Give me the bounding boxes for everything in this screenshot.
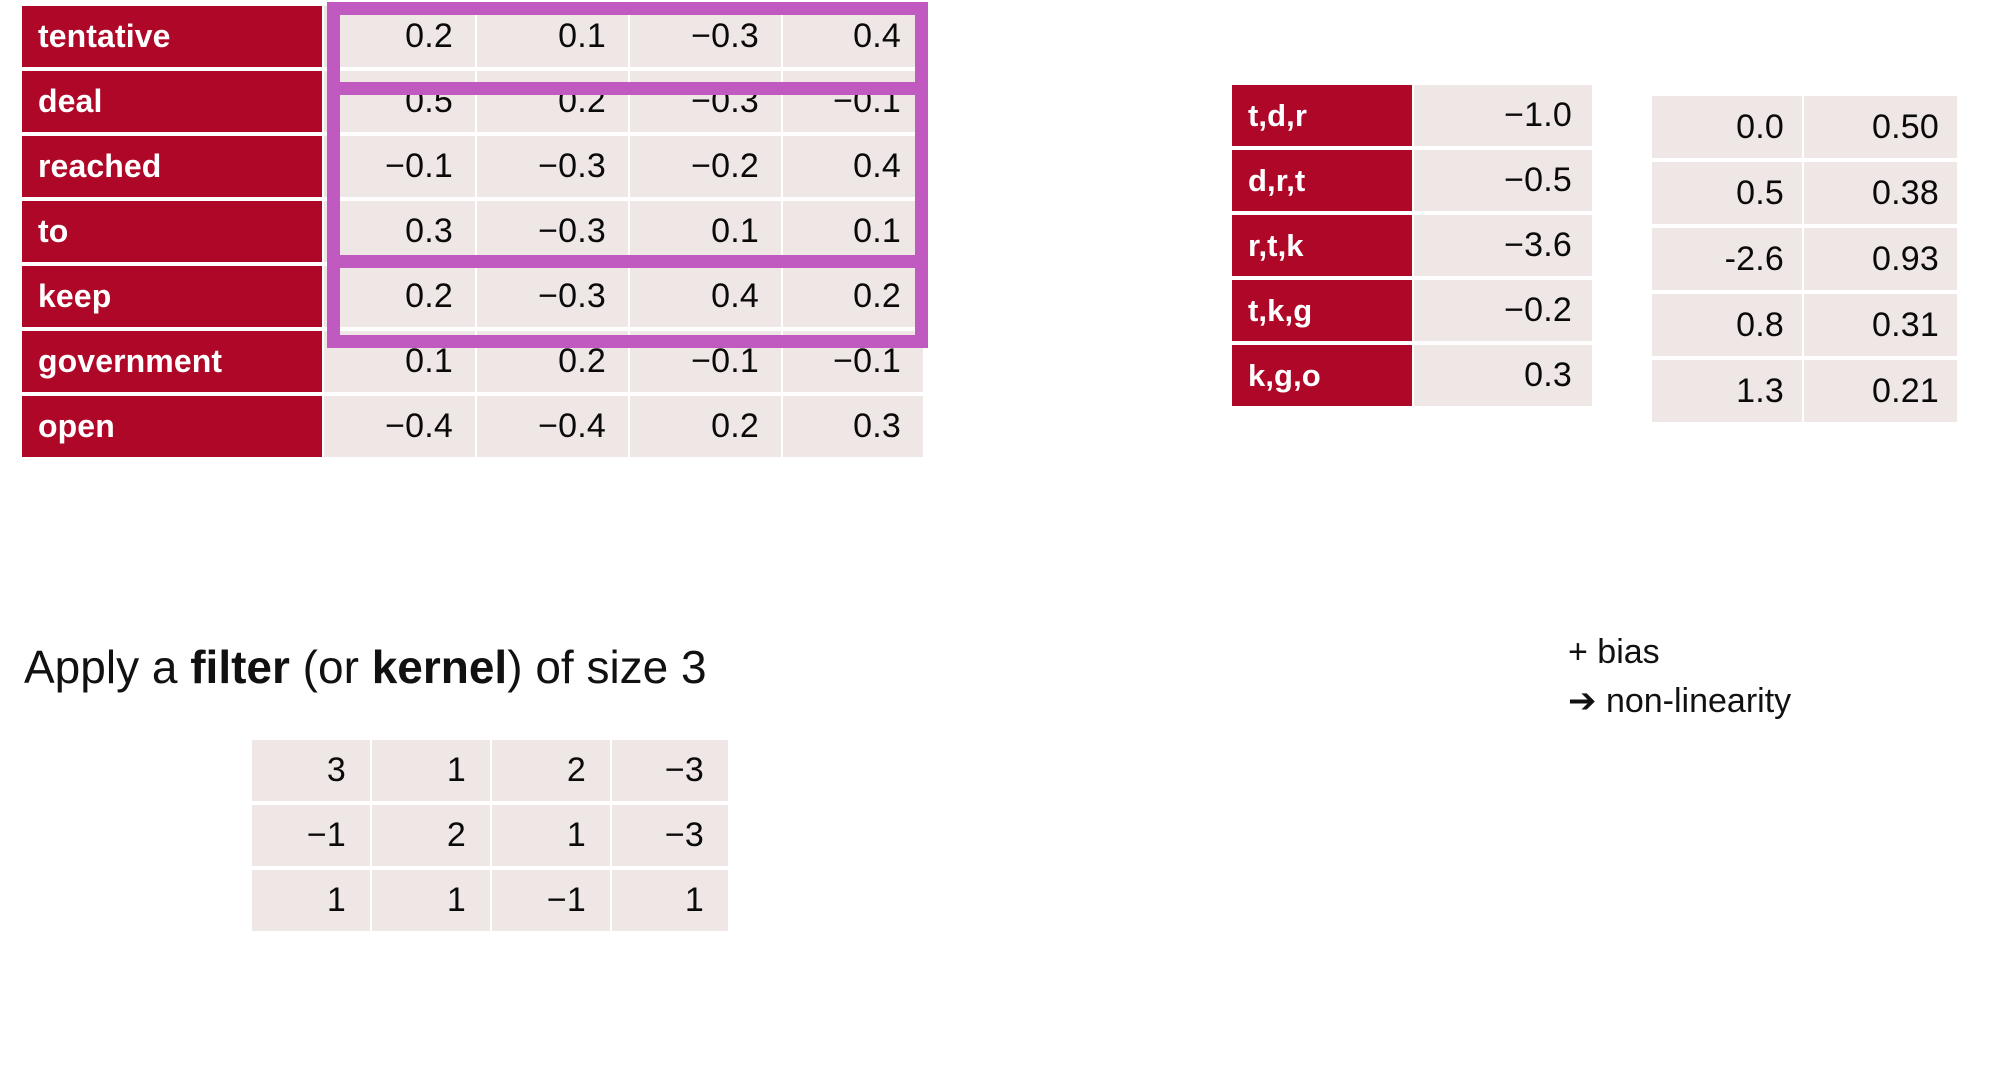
- embedding-cell-r1-c1: 0.2: [477, 71, 628, 132]
- embedding-cell-r6-c2: 0.2: [630, 396, 781, 457]
- caption-bold-kernel: kernel: [371, 641, 508, 693]
- embedding-cell-r0-c0: 0.2: [324, 6, 475, 67]
- embedding-cell-r5-c2: −0.1: [630, 331, 781, 392]
- caption-suffix: ) of size 3: [507, 641, 707, 693]
- embedding-cell-r2-c3: 0.4: [783, 136, 923, 197]
- activation-biased-0: 0.0: [1652, 96, 1802, 158]
- conv-value-0: −1.0: [1414, 85, 1592, 146]
- conv-row-label-4: k,g,o: [1232, 345, 1412, 406]
- embedding-cell-r2-c0: −0.1: [324, 136, 475, 197]
- activation-value-3: 0.31: [1804, 294, 1957, 356]
- bias-nonlinearity-annotation: + bias ➔ non-linearity: [1568, 628, 1791, 727]
- activation-value-0: 0.50: [1804, 96, 1957, 158]
- conv-row-label-1: d,r,t: [1232, 150, 1412, 211]
- annotation-line-nonlinearity: ➔ non-linearity: [1568, 677, 1791, 726]
- conv-value-1: −0.5: [1414, 150, 1592, 211]
- activation-value-1: 0.38: [1804, 162, 1957, 224]
- activation-biased-3: 0.8: [1652, 294, 1802, 356]
- caption-bold-filter: filter: [190, 641, 290, 693]
- embedding-row-label-tentative: tentative: [22, 6, 322, 67]
- embedding-cell-r3-c2: 0.1: [630, 201, 781, 262]
- embedding-cell-r6-c3: 0.3: [783, 396, 923, 457]
- conv-row-label-2: r,t,k: [1232, 215, 1412, 276]
- embedding-cell-r4-c3: 0.2: [783, 266, 923, 327]
- embedding-cell-r5-c3: −0.1: [783, 331, 923, 392]
- activation-value-2: 0.93: [1804, 228, 1957, 290]
- caption-middle: (or: [289, 641, 372, 693]
- embedding-cell-r4-c2: 0.4: [630, 266, 781, 327]
- caption-prefix: Apply a: [24, 641, 191, 693]
- activation-output-table: 0.0 0.50 0.5 0.38 -2.6 0.93 0.8 0.31 1.3 0.21: [1652, 96, 1957, 422]
- caption-apply-filter: Apply a filter (or kernel) of size 3: [24, 640, 707, 694]
- kernel-cell-r0-c0: 3: [252, 740, 370, 801]
- conv-row-label-0: t,d,r: [1232, 85, 1412, 146]
- embedding-cell-r3-c0: 0.3: [324, 201, 475, 262]
- kernel-cell-r0-c2: 2: [492, 740, 610, 801]
- embedding-cell-r2-c2: −0.2: [630, 136, 781, 197]
- embedding-cell-r1-c0: 0.5: [324, 71, 475, 132]
- slide-canvas: tentative 0.2 0.1 −0.3 0.4 deal 0.5 0.2 −0.3 −0.1…: [0, 0, 2016, 1084]
- activation-biased-1: 0.5: [1652, 162, 1802, 224]
- kernel-cell-r2-c0: 1: [252, 870, 370, 931]
- annotation-line-bias: + bias: [1568, 633, 1660, 671]
- kernel-cell-r0-c1: 1: [372, 740, 490, 801]
- embedding-cell-r1-c3: −0.1: [783, 71, 923, 132]
- embedding-cell-r4-c1: −0.3: [477, 266, 628, 327]
- embedding-row-label-to: to: [22, 201, 322, 262]
- embedding-cell-r3-c1: −0.3: [477, 201, 628, 262]
- conv-row-label-3: t,k,g: [1232, 280, 1412, 341]
- embedding-cell-r3-c3: 0.1: [783, 201, 923, 262]
- kernel-cell-r0-c3: −3: [612, 740, 728, 801]
- embedding-cell-r2-c1: −0.3: [477, 136, 628, 197]
- activation-value-4: 0.21: [1804, 360, 1957, 422]
- embedding-cell-r5-c0: 0.1: [324, 331, 475, 392]
- embedding-cell-r6-c1: −0.4: [477, 396, 628, 457]
- embedding-cell-r0-c2: −0.3: [630, 6, 781, 67]
- embedding-cell-r1-c2: −0.3: [630, 71, 781, 132]
- embedding-row-label-deal: deal: [22, 71, 322, 132]
- word-embedding-matrix: tentative 0.2 0.1 −0.3 0.4 deal 0.5 0.2 −0.3 −0.1…: [22, 6, 923, 457]
- embedding-cell-r0-c3: 0.4: [783, 6, 923, 67]
- kernel-cell-r2-c3: 1: [612, 870, 728, 931]
- embedding-cell-r6-c0: −0.4: [324, 396, 475, 457]
- embedding-row-label-open: open: [22, 396, 322, 457]
- activation-biased-2: -2.6: [1652, 228, 1802, 290]
- embedding-row-label-keep: keep: [22, 266, 322, 327]
- annotation-nonlinearity-label: non-linearity: [1605, 682, 1792, 721]
- embedding-row-label-reached: reached: [22, 136, 322, 197]
- right-arrow-icon: ➔: [1568, 681, 1597, 722]
- kernel-cell-r2-c2: −1: [492, 870, 610, 931]
- activation-biased-4: 1.3: [1652, 360, 1802, 422]
- kernel-cell-r1-c2: 1: [492, 805, 610, 866]
- embedding-row-label-government: government: [22, 331, 322, 392]
- embedding-cell-r4-c0: 0.2: [324, 266, 475, 327]
- kernel-cell-r1-c1: 2: [372, 805, 490, 866]
- embedding-cell-r0-c1: 0.1: [477, 6, 628, 67]
- embedding-cell-r5-c1: 0.2: [477, 331, 628, 392]
- kernel-cell-r1-c3: −3: [612, 805, 728, 866]
- kernel-cell-r1-c0: −1: [252, 805, 370, 866]
- conv-value-2: −3.6: [1414, 215, 1592, 276]
- conv-value-3: −0.2: [1414, 280, 1592, 341]
- kernel-cell-r2-c1: 1: [372, 870, 490, 931]
- conv-value-4: 0.3: [1414, 345, 1592, 406]
- filter-kernel-matrix: 3 1 2 −3 −1 2 1 −3 1 1 −1 1: [252, 740, 728, 931]
- convolution-output-table: t,d,r −1.0 d,r,t −0.5 r,t,k −3.6 t,k,g −0.2 k,g,…: [1232, 85, 1592, 406]
